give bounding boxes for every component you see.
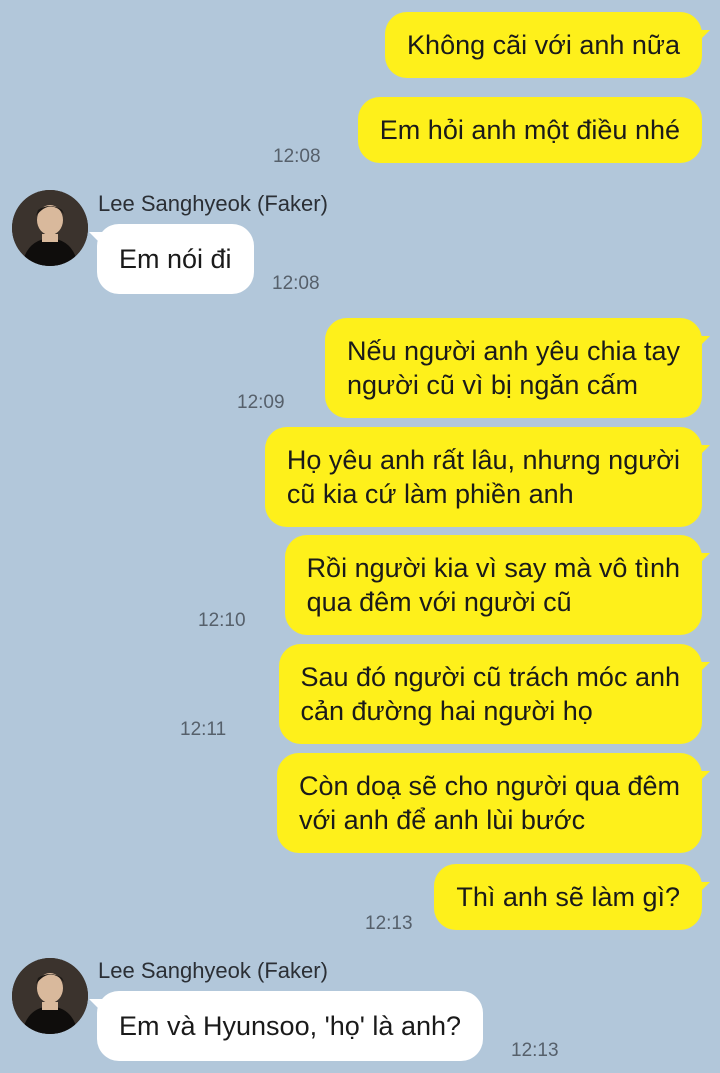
bubble-tail — [696, 336, 710, 350]
contact-avatar[interactable] — [12, 958, 88, 1034]
message-timestamp: 12:08 — [272, 273, 320, 294]
my-message-bubble[interactable]: Thì anh sẽ làm gì? — [434, 864, 702, 930]
their-message-bubble[interactable]: Em và Hyunsoo, 'họ' là anh? — [97, 991, 484, 1061]
bubble-tail — [696, 882, 710, 896]
avatar-photo-icon — [12, 190, 88, 266]
bubble-tail — [696, 771, 710, 785]
bubble-tail — [696, 662, 710, 676]
my-message-bubble[interactable]: Em hỏi anh một điều nhé — [357, 97, 702, 163]
bubble-tail — [696, 30, 710, 44]
contact-name: Lee Sanghyeok (Faker) — [98, 958, 328, 983]
bubble-tail — [89, 999, 103, 1013]
my-message-bubble[interactable]: Còn doạ sẽ cho người qua đêm với anh để … — [276, 753, 702, 853]
my-message-bubble[interactable]: Sau đó người cũ trách móc anh cản đường … — [278, 644, 702, 744]
message-timestamp: 12:08 — [273, 146, 321, 167]
chat-room[interactable]: Không cãi với anh nữa Em hỏi anh một điề… — [0, 0, 720, 1073]
message-timestamp: 12:13 — [511, 1040, 559, 1061]
my-message-bubble[interactable]: Không cãi với anh nữa — [385, 12, 702, 78]
my-message-bubble[interactable]: Nếu người anh yêu chia tay người cũ vì b… — [325, 318, 702, 418]
message-timestamp: 12:10 — [198, 610, 246, 631]
my-message-bubble[interactable]: Rồi người kia vì say mà vô tình qua đêm … — [284, 535, 702, 635]
bubble-tail — [696, 445, 710, 459]
my-message-bubble[interactable]: Họ yêu anh rất lâu, nhưng người cũ kia c… — [264, 427, 702, 527]
message-timestamp: 12:09 — [237, 392, 285, 413]
contact-name: Lee Sanghyeok (Faker) — [98, 191, 328, 216]
message-timestamp: 12:11 — [180, 719, 227, 740]
avatar-photo-icon — [12, 958, 88, 1034]
bubble-tail — [696, 553, 710, 567]
bubble-tail — [89, 232, 103, 246]
their-message-bubble[interactable]: Em nói đi — [97, 224, 254, 294]
message-timestamp: 12:13 — [365, 913, 413, 934]
contact-avatar[interactable] — [12, 190, 88, 266]
